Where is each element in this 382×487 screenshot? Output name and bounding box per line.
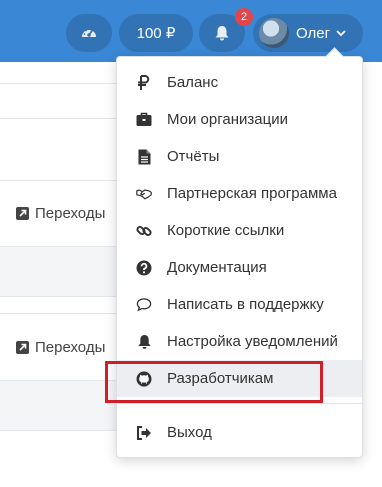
question-circle-icon: [136, 260, 152, 276]
external-link-icon: [16, 207, 29, 220]
table-divider: [0, 313, 116, 314]
balance-button[interactable]: 100 ₽: [119, 14, 193, 52]
menu-divider: [117, 403, 362, 404]
menu-item-label: Настройка уведомлений: [167, 333, 338, 350]
table-divider: [0, 180, 116, 181]
table-divider: [0, 246, 116, 247]
table-divider: [0, 118, 116, 119]
sign-out-icon: [136, 425, 152, 441]
highlight-annotation-box: [105, 361, 323, 403]
dashboard-button[interactable]: [66, 14, 112, 52]
table-row: [0, 246, 116, 296]
menu-item-label: Документация: [167, 259, 267, 276]
transitions-label: Переходы: [35, 205, 106, 222]
top-navbar: 100 ₽ Олег: [0, 0, 382, 62]
document-icon: [136, 149, 152, 165]
balance-label: 100 ₽: [136, 25, 176, 42]
bell-icon: [136, 334, 152, 350]
menu-item-support[interactable]: Написать в поддержку: [117, 286, 362, 323]
menu-item-logout[interactable]: Выход: [117, 414, 362, 451]
menu-item-label: Мои организации: [167, 111, 288, 128]
bell-icon: [215, 25, 229, 40]
menu-item-short-links[interactable]: Короткие ссылки: [117, 212, 362, 249]
table-divider: [0, 83, 116, 84]
link-icon: [136, 223, 152, 239]
table-row: [0, 380, 116, 430]
speedometer-icon: [82, 28, 96, 37]
menu-item-reports[interactable]: Отчёты: [117, 138, 362, 175]
comment-icon: [136, 297, 152, 313]
table-divider: [0, 296, 116, 297]
chevron-down-icon: [336, 29, 346, 36]
user-name: Олег: [296, 24, 331, 42]
user-menu-button[interactable]: Олег: [253, 14, 363, 52]
menu-item-label: Баланс: [167, 74, 219, 91]
table-divider: [0, 380, 116, 381]
menu-item-label: Отчёты: [167, 148, 220, 165]
menu-item-label: Выход: [167, 424, 212, 441]
briefcase-icon: [136, 112, 152, 128]
ruble-icon: [136, 74, 152, 91]
external-link-icon: [16, 341, 29, 354]
notification-count-badge: 2: [235, 8, 253, 26]
avatar: [259, 18, 289, 48]
table-divider: [0, 430, 116, 431]
menu-item-partner-program[interactable]: Партнерская программа: [117, 175, 362, 212]
menu-item-label: Написать в поддержку: [167, 296, 324, 313]
menu-item-label: Партнерская программа: [167, 185, 337, 202]
menu-item-notification-settings[interactable]: Настройка уведомлений: [117, 323, 362, 360]
menu-item-documentation[interactable]: Документация: [117, 249, 362, 286]
menu-item-balance[interactable]: Баланс: [117, 64, 362, 101]
handshake-icon: [136, 186, 152, 202]
menu-item-organizations[interactable]: Мои организации: [117, 101, 362, 138]
transitions-label: Переходы: [35, 339, 106, 356]
transitions-link[interactable]: Переходы: [16, 339, 105, 356]
menu-item-label: Короткие ссылки: [167, 222, 285, 239]
transitions-link[interactable]: Переходы: [16, 205, 105, 222]
